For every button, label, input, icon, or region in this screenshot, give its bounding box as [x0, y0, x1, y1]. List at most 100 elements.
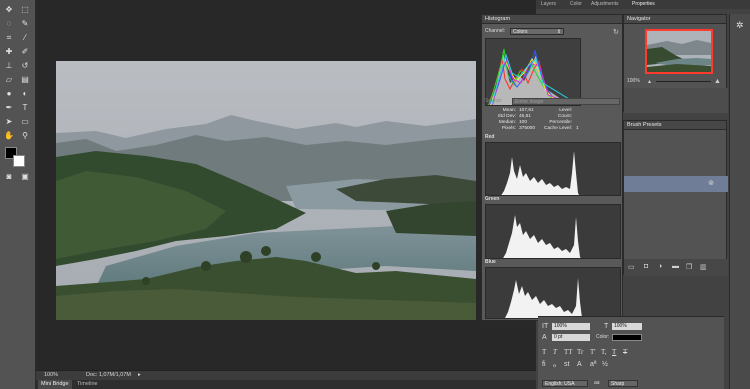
- clone-stamp-tool-icon[interactable]: ⊥: [3, 61, 15, 71]
- baseline-value: 0 pt: [554, 334, 563, 340]
- ordinals-icon[interactable]: aª: [590, 361, 596, 368]
- history-brush-tool-icon[interactable]: ↺: [19, 61, 31, 71]
- pixels-label: Pixels:: [501, 126, 516, 131]
- opentype-buttons: fi ℴ st A aª ½: [542, 361, 662, 370]
- tab-mini-bridge[interactable]: Mini Bridge: [38, 380, 72, 389]
- top-panel-tabs: Layers Color Adjustments Properties: [536, 0, 750, 9]
- color-label: Color:: [596, 334, 610, 340]
- quick-mask-icon[interactable]: ◙: [3, 172, 15, 182]
- histogram-title[interactable]: Histogram: [482, 15, 622, 24]
- refresh-icon[interactable]: ↻: [613, 28, 619, 36]
- fractions-icon[interactable]: ½: [602, 361, 608, 368]
- status-arrow-icon[interactable]: ▸: [138, 371, 141, 380]
- navigator-preview: [647, 31, 711, 72]
- swash-icon[interactable]: ℴ: [553, 361, 556, 369]
- adjustment-icon[interactable]: ◑: [658, 263, 662, 270]
- text-color-swatch[interactable]: [612, 334, 642, 341]
- tab-color[interactable]: Color: [570, 0, 582, 9]
- red-histogram-graph: [501, 151, 579, 195]
- status-bar: 100% Doc: 1,07M/1,07M ▸: [36, 370, 536, 380]
- move-tool-icon[interactable]: ✥: [3, 5, 15, 15]
- green-channel-label: Green: [485, 196, 500, 202]
- background-color-swatch[interactable]: [13, 155, 25, 167]
- lasso-tool-icon[interactable]: ◌: [3, 19, 15, 29]
- navigator-zoom[interactable]: 100%: [627, 78, 640, 85]
- zoom-tool-icon[interactable]: ⚲: [19, 131, 31, 141]
- brush-presets-panel: Brush Presets ⊚ ▭ ◘ ◑ ▬ ❐ ▥: [623, 120, 728, 276]
- cache-level-label: Cache Level:: [544, 126, 572, 131]
- hand-tool-icon[interactable]: ✋: [3, 131, 15, 141]
- eraser-tool-icon[interactable]: ▱: [3, 75, 15, 85]
- anti-alias-label: aa: [594, 380, 600, 386]
- channel-label: Channel:: [485, 28, 506, 34]
- selected-preset-row[interactable]: ⊚: [624, 176, 728, 192]
- pen-tool-icon[interactable]: ✒: [3, 103, 15, 113]
- navigator-title[interactable]: Navigator: [624, 15, 726, 24]
- subscript-button[interactable]: T,: [601, 348, 607, 356]
- horizontal-scale-field[interactable]: 100%: [612, 323, 642, 330]
- dodge-tool-icon[interactable]: ◐: [19, 89, 31, 99]
- baseline-field[interactable]: 0 pt: [552, 334, 590, 341]
- path-select-tool-icon[interactable]: ➤: [3, 117, 15, 127]
- faux-italic-button[interactable]: T: [553, 348, 557, 356]
- brush-panel-footer: ▭ ◘ ◑ ▬ ❐ ▥: [624, 259, 728, 276]
- delete-icon[interactable]: ▥: [700, 263, 707, 271]
- strikethrough-button[interactable]: T: [623, 348, 627, 356]
- blue-histogram: [485, 267, 621, 319]
- brush-presets-title[interactable]: Brush Presets: [624, 121, 726, 130]
- tab-layers[interactable]: Layers: [541, 0, 556, 9]
- tab-adjustments[interactable]: Adjustments: [591, 0, 619, 9]
- marquee-tool-icon[interactable]: ⬚: [19, 5, 31, 15]
- small-caps-button[interactable]: Tr: [577, 348, 583, 356]
- underline-button[interactable]: T: [612, 348, 616, 356]
- shape-tool-icon[interactable]: ▭: [19, 117, 31, 127]
- healing-tool-icon[interactable]: ✚: [3, 47, 15, 57]
- gradient-tool-icon[interactable]: ▤: [19, 75, 31, 85]
- tab-properties[interactable]: Properties: [632, 0, 655, 9]
- type-tool-icon[interactable]: T: [19, 103, 31, 113]
- blur-tool-icon[interactable]: ●: [3, 89, 15, 99]
- eyedropper-tool-icon[interactable]: ⁄: [19, 33, 31, 43]
- all-caps-button[interactable]: TT: [564, 348, 573, 356]
- vertical-scale-icon: IT: [542, 323, 549, 330]
- crop-tool-icon[interactable]: ⌗: [3, 33, 15, 43]
- navigator-panel: Navigator 100% ▴ ▲: [623, 14, 728, 113]
- green-histogram-graph: [503, 215, 581, 258]
- type-style-buttons: T T TT Tr T' T, T T: [542, 348, 662, 357]
- brush-tool-icon[interactable]: ✐: [19, 47, 31, 57]
- source-value: Entire Image: [515, 99, 544, 105]
- gear-icon[interactable]: ✲: [736, 20, 744, 31]
- chevron-down-icon: ⇕: [556, 29, 561, 35]
- stylistic-icon[interactable]: st: [564, 361, 569, 368]
- titling-icon[interactable]: A: [577, 361, 582, 368]
- language-select[interactable]: English: USA: [542, 380, 588, 387]
- ligature-icon[interactable]: fi: [542, 361, 546, 368]
- screen-mode-icon[interactable]: ▣: [19, 172, 31, 182]
- folder-icon[interactable]: ▬: [672, 263, 679, 270]
- histogram-panel: Histogram Channel: Colors ⇕ ↻ Source: En…: [481, 14, 623, 321]
- superscript-button[interactable]: T': [590, 348, 596, 356]
- zoom-in-icon[interactable]: ▲: [714, 78, 721, 85]
- red-histogram: [485, 142, 621, 196]
- tab-timeline[interactable]: Timeline: [74, 380, 101, 389]
- horizontal-scale-icon: T: [604, 323, 609, 330]
- zoom-slider[interactable]: [656, 81, 711, 82]
- zoom-level[interactable]: 100%: [44, 371, 58, 380]
- faux-bold-button[interactable]: T: [542, 348, 546, 356]
- language-value: English: USA: [545, 381, 575, 387]
- vertical-scale-field[interactable]: 100%: [552, 323, 590, 330]
- channel-select[interactable]: Colors ⇕: [510, 28, 564, 35]
- zoom-out-icon[interactable]: ▴: [648, 78, 651, 85]
- quick-select-tool-icon[interactable]: ✎: [19, 19, 31, 29]
- mask-icon[interactable]: ◘: [644, 263, 648, 270]
- blue-histogram-graph: [505, 278, 582, 318]
- channel-value: Colors: [513, 29, 528, 35]
- cache-level-value: 1: [576, 126, 579, 131]
- bottom-panel-tabs: Mini Bridge Timeline: [36, 380, 536, 389]
- source-select[interactable]: Entire Image: [512, 98, 620, 105]
- anti-alias-select[interactable]: Sharp: [608, 380, 638, 387]
- new-layer-icon[interactable]: ▭: [628, 263, 635, 271]
- document-image[interactable]: [56, 61, 476, 320]
- duplicate-icon[interactable]: ❐: [686, 263, 692, 271]
- navigator-thumbnail[interactable]: [645, 29, 713, 74]
